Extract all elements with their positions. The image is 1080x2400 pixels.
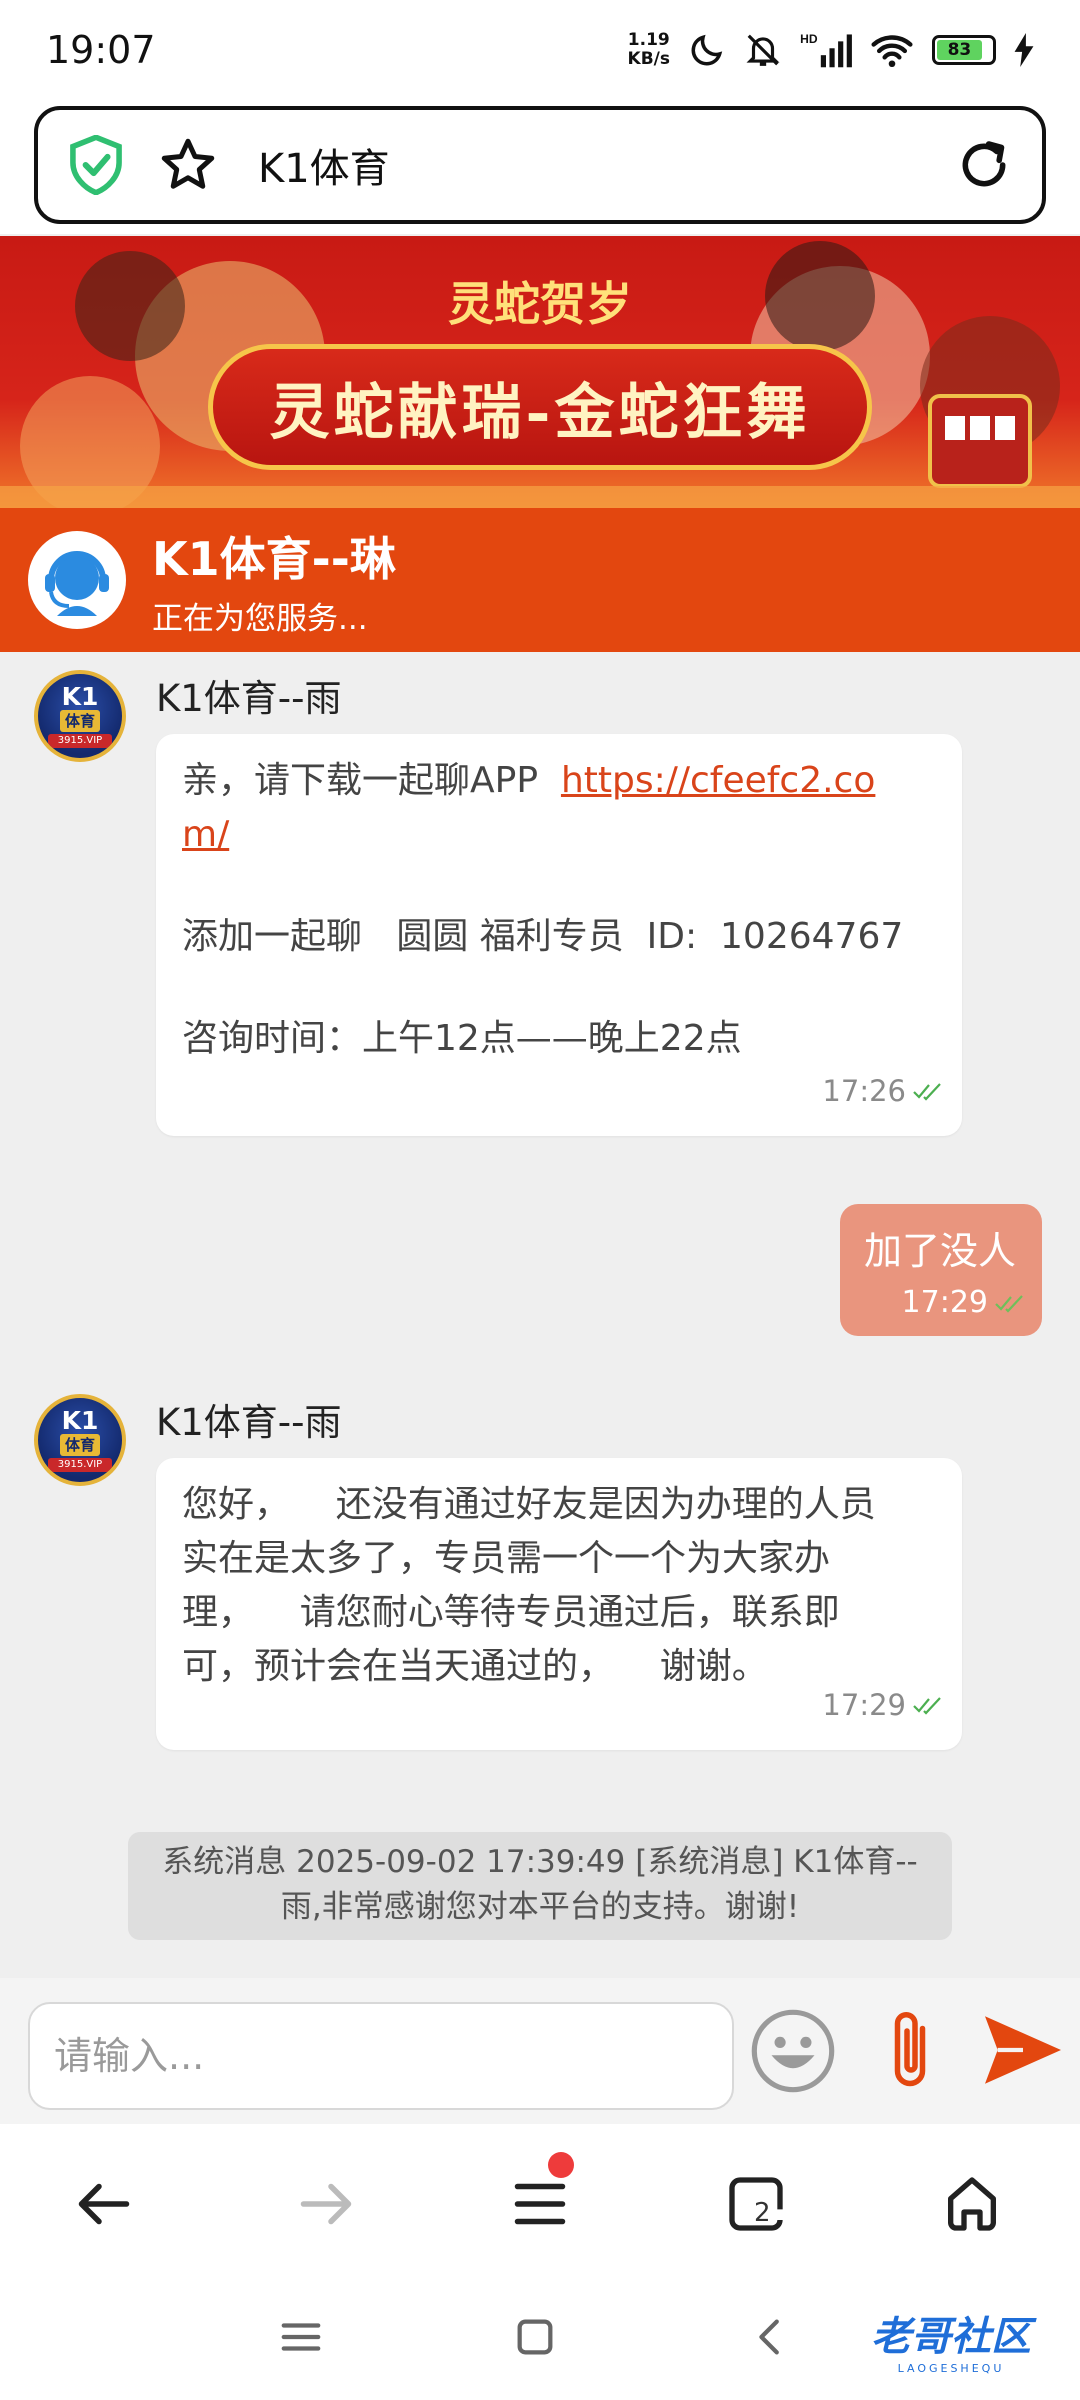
svg-text:HD: HD: [800, 32, 818, 46]
battery-icon: 83: [932, 35, 996, 65]
net-speed-unit: KB/s: [627, 49, 670, 69]
refresh-icon[interactable]: [956, 137, 1012, 193]
system-message-line: 系统消息 2025-09-02 17:39:49 [系统消息] K1体育--: [162, 1844, 918, 1880]
chat-title: K1体育--琳: [152, 531, 396, 586]
browser-address-area: K1体育: [0, 100, 1080, 234]
browser-nav-bar: 2: [0, 2124, 1080, 2274]
chat-header: K1体育--琳 正在为您服务...: [0, 508, 1080, 652]
message-bubble[interactable]: 亲，请下载一起聊APP https://cfeefc2.co m/ 添加一起聊 圆…: [156, 734, 962, 1136]
star-icon[interactable]: [158, 135, 218, 195]
back-button[interactable]: [64, 2164, 144, 2244]
agent-avatar: [28, 531, 126, 629]
menu-icon: [514, 2183, 566, 2225]
message-time: 17:29: [901, 1285, 988, 1320]
sender-name: K1体育--雨: [156, 1401, 342, 1444]
chevron-left-icon: [759, 2319, 779, 2355]
square-icon: [517, 2319, 553, 2355]
double-check-icon: [995, 1294, 1023, 1313]
address-bar[interactable]: K1体育: [34, 106, 1046, 224]
recents-button[interactable]: [266, 2302, 336, 2372]
back-arrow-icon: [78, 2183, 130, 2225]
send-icon[interactable]: [980, 2012, 1066, 2088]
forward-arrow-icon: [300, 2183, 352, 2225]
chat-status: 正在为您服务...: [152, 600, 368, 637]
screen: 19:07 1.19 KB/s HD 83 K1体育 灵蛇贺岁 灵蛇献瑞-金蛇狂…: [0, 0, 1080, 2400]
wifi-icon: [871, 35, 913, 68]
avatar-vip: 3915.VIP: [48, 1458, 112, 1472]
headset-icon: [35, 538, 119, 622]
tabs-button[interactable]: 2: [716, 2164, 796, 2244]
message-meta: 17:26: [822, 1064, 944, 1118]
message-time: 17:29: [822, 1688, 906, 1722]
system-message-line: 雨,非常感谢您对本平台的支持。谢谢!: [280, 1889, 800, 1925]
banner-title: 灵蛇献瑞-金蛇狂舞: [269, 377, 811, 448]
message-line: 理， 请您耐心等待专员通过后，联系即: [182, 1592, 840, 1633]
moon-icon: [691, 34, 723, 66]
message-line: 咨询时间：上午12点——晚上22点: [182, 1018, 742, 1059]
watermark-text: 老哥社区: [871, 2313, 1031, 2360]
double-check-icon: [913, 1697, 941, 1715]
forward-button[interactable]: [286, 2164, 366, 2244]
system-nav-bar: 老哥社区 LAOGESHEQU: [0, 2274, 1080, 2400]
link-text-part2: m/: [182, 814, 230, 855]
banner-subtitle: 灵蛇贺岁: [448, 277, 632, 331]
message-input[interactable]: 请输入...: [28, 2002, 734, 2110]
status-bar: 19:07 1.19 KB/s HD 83: [0, 0, 1080, 100]
menu-button[interactable]: [500, 2152, 580, 2244]
avatar-k1: K1: [61, 1406, 99, 1435]
signal-icon: HD: [800, 32, 852, 68]
back-nav-button[interactable]: [736, 2302, 806, 2372]
chat-header-text: K1体育--琳 正在为您服务...: [152, 523, 396, 638]
outgoing-message-bubble[interactable]: 加了没人 17:29: [840, 1204, 1042, 1336]
net-speed-value: 1.19: [627, 30, 670, 50]
emoji-icon[interactable]: [750, 2008, 836, 2094]
banner-title-plate: 灵蛇献瑞-金蛇狂舞: [208, 344, 872, 470]
battery-level: 83: [937, 40, 982, 60]
avatar-vip: 3915.VIP: [48, 734, 112, 748]
sender-name: K1体育--雨: [156, 677, 342, 720]
avatar-k1: K1: [61, 682, 99, 711]
tab-count: 2: [754, 2198, 771, 2228]
status-icons: 1.19 KB/s HD 83: [628, 31, 1034, 69]
attachment-icon[interactable]: [880, 2006, 940, 2096]
message-line: 实在是太多了，专员需一个一个为大家办: [182, 1538, 831, 1579]
sender-avatar[interactable]: K1 体育 3915.VIP: [34, 670, 126, 762]
message-line: 亲，请下载一起聊APP https://cfeefc2.co m/: [182, 754, 936, 862]
message-time: 17:26: [822, 1074, 906, 1108]
status-time: 19:07: [46, 28, 156, 72]
notification-dot: [548, 2152, 574, 2178]
link-text-part1: https://cfeefc2.co: [560, 760, 876, 801]
home-nav-button[interactable]: [500, 2302, 570, 2372]
charging-icon: [1014, 33, 1034, 67]
message-text: 加了没人: [864, 1229, 1017, 1273]
shield-icon[interactable]: [68, 135, 124, 195]
avatar-ty: 体育: [60, 1434, 100, 1456]
sender-avatar[interactable]: K1 体育 3915.VIP: [34, 1394, 126, 1486]
message-meta: 17:29: [902, 1285, 1026, 1320]
silent-icon: [746, 34, 780, 66]
message-line: 您好， 还没有通过好友是因为办理的人员: [182, 1484, 876, 1525]
home-icon: [948, 2177, 996, 2231]
net-speed: 1.19 KB/s: [628, 31, 670, 69]
site-watermark: 老哥社区 LAOGESHEQU: [836, 2302, 1066, 2376]
message-meta: 17:29: [822, 1678, 944, 1732]
double-check-icon: [913, 1083, 941, 1101]
recents-icon: [281, 2323, 321, 2351]
url-title[interactable]: K1体育: [258, 136, 956, 194]
promo-banner[interactable]: 灵蛇贺岁 灵蛇献瑞-金蛇狂舞: [0, 236, 1080, 508]
message-bubble[interactable]: 您好， 还没有通过好友是因为办理的人员 实在是太多了，专员需一个一个为大家办 理…: [156, 1458, 962, 1750]
avatar-ty: 体育: [60, 710, 100, 732]
message-line: 添加一起聊 圆圆 福利专员 ID: 10264767: [182, 916, 904, 957]
chat-input-bar: 请输入...: [0, 1978, 1080, 2124]
home-button[interactable]: [932, 2164, 1012, 2244]
system-message: 系统消息 2025-09-02 17:39:49 [系统消息] K1体育-- 雨…: [128, 1832, 952, 1940]
message-text: 亲，请下载一起聊APP: [182, 760, 539, 801]
watermark-sub: LAOGESHEQU: [897, 2361, 1005, 2375]
